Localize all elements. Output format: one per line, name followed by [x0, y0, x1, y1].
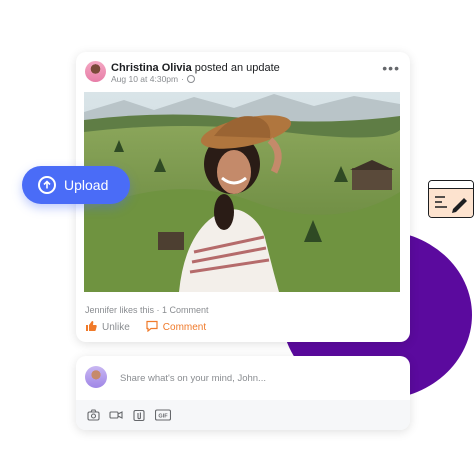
text-editor-icon — [428, 180, 474, 218]
video-icon[interactable] — [109, 408, 123, 422]
post-actions: Unlike Comment — [85, 320, 206, 335]
compose-input[interactable] — [118, 368, 392, 388]
author-avatar[interactable] — [85, 61, 106, 82]
compose-toolbar: GIF — [76, 400, 410, 430]
gif-label: GIF — [158, 414, 168, 420]
landscape-woman-photo — [84, 92, 400, 292]
post-photo[interactable] — [84, 92, 400, 292]
upload-arrow-icon — [38, 176, 56, 194]
meta-separator: · — [181, 74, 184, 84]
upload-label: Upload — [64, 177, 109, 193]
likes-summary[interactable]: Jennifer likes this · 1 Comment — [85, 305, 209, 315]
upload-button[interactable]: Upload — [22, 166, 130, 204]
comment-label: Comment — [162, 322, 207, 333]
compose-top — [76, 356, 410, 400]
comment-icon — [146, 320, 158, 335]
post-meta: Aug 10 at 4:30pm · — [111, 74, 195, 84]
post-card: Christina Olivia posted an update Aug 10… — [76, 52, 410, 342]
camera-icon[interactable] — [86, 408, 100, 422]
post-action-text: posted an update — [194, 62, 280, 74]
gif-icon[interactable]: GIF — [155, 408, 171, 422]
comment-button[interactable]: Comment — [146, 320, 206, 335]
unlike-label: Unlike — [102, 322, 130, 333]
unlike-button[interactable]: Unlike — [85, 320, 130, 335]
post-header: Christina Olivia posted an update — [111, 62, 280, 74]
compose-card: GIF — [76, 356, 410, 430]
author-name[interactable]: Christina Olivia — [111, 62, 192, 74]
post-timestamp[interactable]: Aug 10 at 4:30pm — [111, 74, 178, 84]
more-options-icon[interactable]: ••• — [382, 60, 400, 76]
globe-icon — [186, 75, 195, 83]
user-avatar[interactable] — [85, 366, 107, 388]
attachment-icon[interactable] — [132, 408, 146, 422]
thumbs-up-icon — [85, 320, 97, 335]
